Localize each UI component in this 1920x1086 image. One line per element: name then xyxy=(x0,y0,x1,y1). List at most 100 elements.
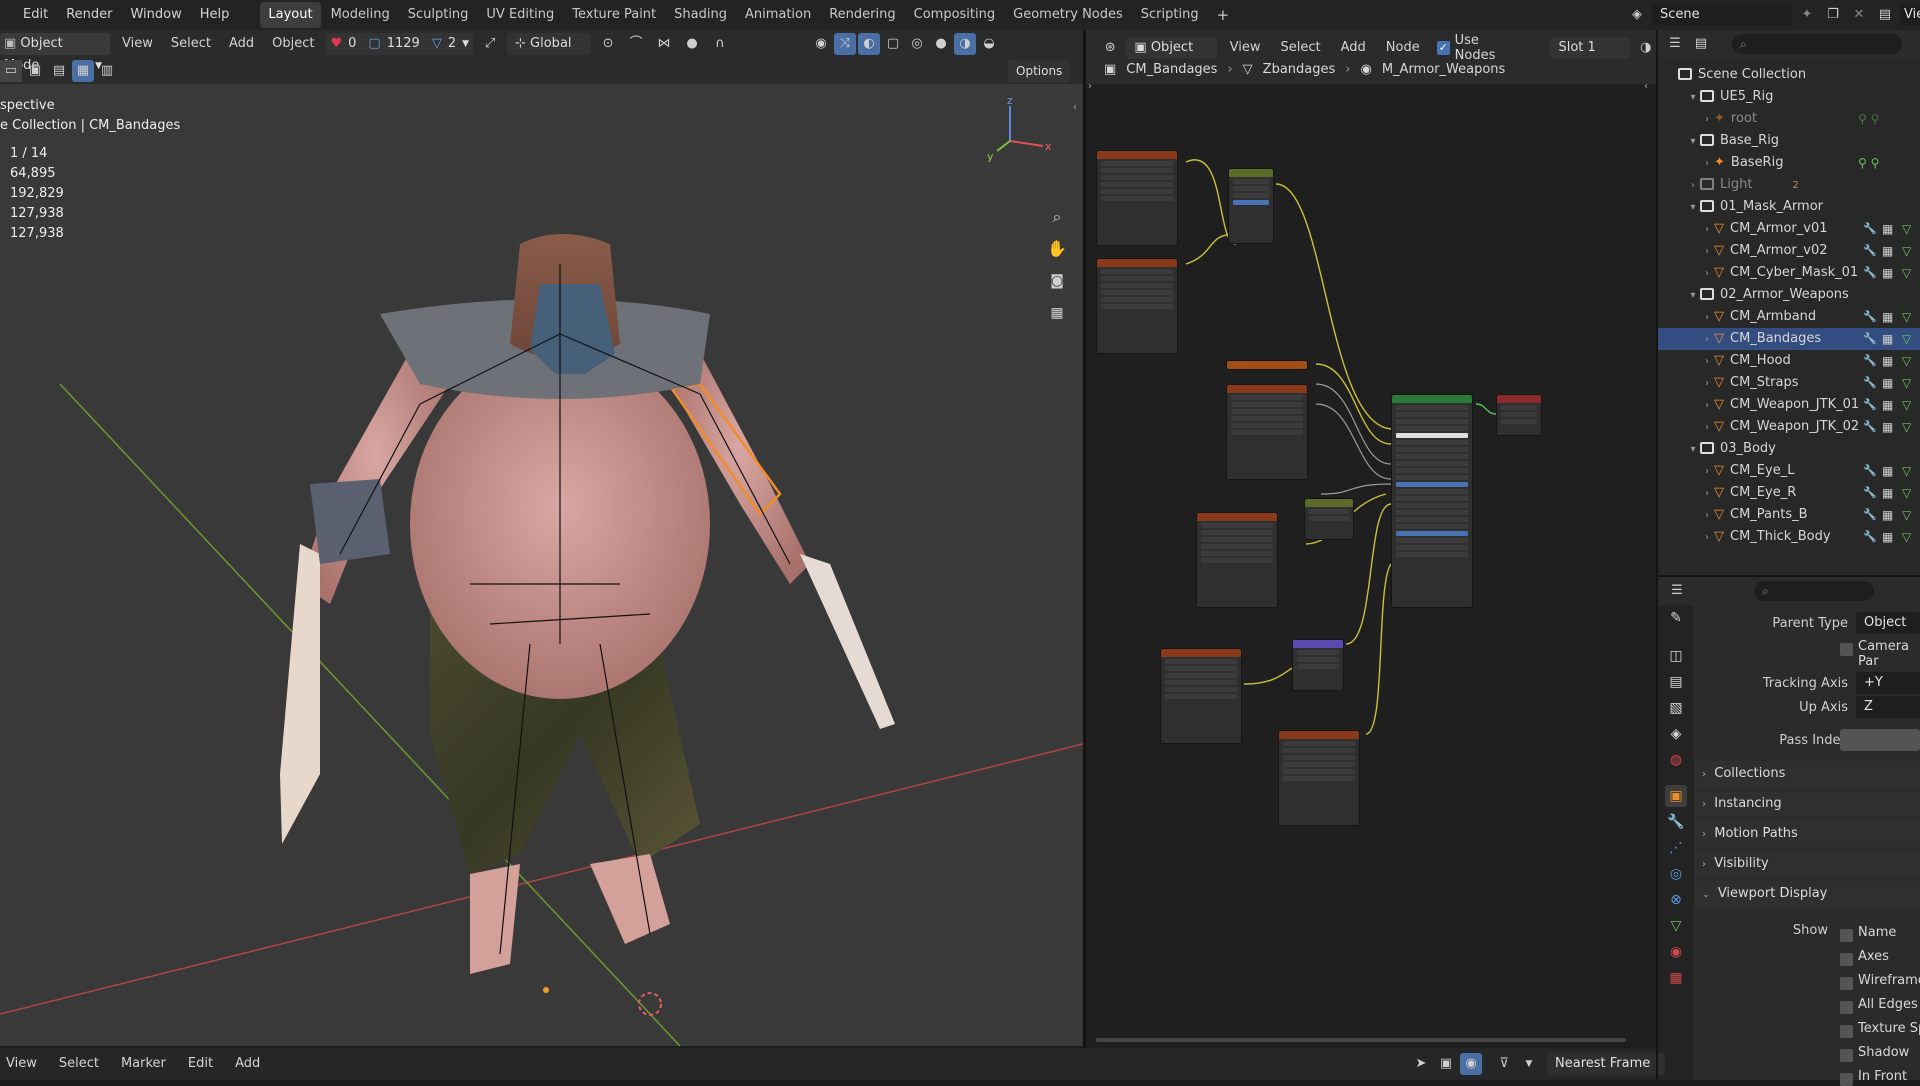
image-texture-node[interactable] xyxy=(1196,512,1278,608)
normal-map-node[interactable] xyxy=(1292,639,1344,691)
keyframe-filter-icon[interactable]: ▣ xyxy=(1435,1053,1457,1075)
vertex-group-icon[interactable]: ▦ xyxy=(1882,526,1893,548)
expand-arrow-down-icon[interactable]: ▾ xyxy=(1686,87,1700,109)
tab-scripting[interactable]: Scripting xyxy=(1133,2,1207,28)
ne-menu-add[interactable]: Add xyxy=(1334,37,1373,59)
vertex-group-icon[interactable]: ▦ xyxy=(1882,328,1893,350)
mesh-data-icon[interactable]: ▽ xyxy=(1902,460,1911,482)
outliner-row-light[interactable]: › Light 2 xyxy=(1658,174,1920,196)
orientation-dropdown[interactable]: ⊹ Global xyxy=(507,33,592,55)
vertex-group-icon[interactable]: ▦ xyxy=(1882,504,1893,526)
mesh-data-icon[interactable]: ▽ xyxy=(1902,240,1911,262)
perspective-grid-icon[interactable]: ▦ xyxy=(1046,302,1068,324)
collapse-arrow-icon[interactable]: ‹ xyxy=(1073,102,1077,113)
solid-shading-icon[interactable]: ● xyxy=(930,33,952,55)
search-input[interactable]: ⌕ xyxy=(1754,581,1874,601)
editor-type-icon[interactable]: ⊛ xyxy=(1100,37,1120,59)
ne-menu-node[interactable]: Node xyxy=(1379,37,1427,59)
search-input[interactable]: ⌕ xyxy=(1732,34,1902,54)
panel-visibility[interactable]: › Visibility xyxy=(1694,851,1920,877)
options-dropdown[interactable]: Options xyxy=(1008,60,1071,82)
ne-menu-view[interactable]: View xyxy=(1223,37,1268,59)
camera-parent-checkbox[interactable] xyxy=(1840,643,1853,656)
modifier-wrench-icon[interactable]: 🔧 xyxy=(1863,504,1877,526)
modifier-wrench-icon[interactable]: 🔧 xyxy=(1863,262,1877,284)
area-divider[interactable] xyxy=(1083,30,1086,1048)
outliner-row-cm-weapon-jtk-01[interactable]: › ▽ CM_Weapon_JTK_01 🔧 ▦ ▽ xyxy=(1658,394,1920,416)
material-tab-icon[interactable]: ◉ xyxy=(1665,941,1687,963)
outliner-row-cm-weapon-jtk-02[interactable]: › ▽ CM_Weapon_JTK_02 🔧 ▦ ▽ xyxy=(1658,416,1920,438)
vertex-group-icon[interactable]: ▦ xyxy=(1882,350,1893,372)
outliner-row-cm-hood[interactable]: › ▽ CM_Hood 🔧 ▦ ▽ xyxy=(1658,350,1920,372)
outliner-row-cm-armor-v02[interactable]: › ▽ CM_Armor_v02 🔧 ▦ ▽ xyxy=(1658,240,1920,262)
menu-window[interactable]: Window xyxy=(121,0,190,30)
constraints-tab-icon[interactable]: ⊗ xyxy=(1665,889,1687,911)
panel-viewport-display[interactable]: ⌄ Viewport Display xyxy=(1694,881,1920,907)
material-output-node[interactable] xyxy=(1496,394,1542,436)
expand-arrow-right-icon[interactable]: › xyxy=(1700,219,1714,241)
scene-icon[interactable]: ◈ xyxy=(1626,4,1648,26)
texture-tab-icon[interactable]: ▦ xyxy=(1665,967,1687,989)
mix-node[interactable] xyxy=(1228,168,1274,244)
object-tab-icon[interactable]: ▣ xyxy=(1665,785,1687,807)
3d-cursor-icon[interactable] xyxy=(638,992,662,1016)
expand-arrow-right-icon[interactable]: › xyxy=(1700,505,1714,527)
outliner-row-cm-eye-r[interactable]: › ▽ CM_Eye_R 🔧 ▦ ▽ xyxy=(1658,482,1920,504)
bone-pose-icon[interactable]: ⚲ ⚲ xyxy=(1858,108,1879,130)
expand-arrow-right-icon[interactable]: › xyxy=(1700,461,1714,483)
particles-tab-icon[interactable]: ⋰ xyxy=(1665,837,1687,859)
snapping-dropdown[interactable]: Nearest Frame xyxy=(1547,1053,1665,1075)
render-tab-icon[interactable]: ◫ xyxy=(1665,645,1687,667)
filter-icon[interactable]: ⊽ xyxy=(1493,1053,1515,1075)
menu-view[interactable]: View xyxy=(116,33,159,55)
menu-object[interactable]: Object xyxy=(266,33,320,55)
horizontal-scrollbar[interactable] xyxy=(1096,1038,1626,1042)
show-shadow-checkbox[interactable] xyxy=(1840,1049,1853,1062)
material-slot-dropdown[interactable]: Slot 1 xyxy=(1550,37,1630,59)
ne-menu-select[interactable]: Select xyxy=(1274,37,1328,59)
pass-index-field[interactable] xyxy=(1840,729,1920,751)
pan-hand-icon[interactable]: ✋ xyxy=(1046,238,1068,260)
camera-view-icon[interactable]: ◙ xyxy=(1046,270,1068,292)
outliner-row-cm-eye-l[interactable]: › ▽ CM_Eye_L 🔧 ▦ ▽ xyxy=(1658,460,1920,482)
tab-uv-editing[interactable]: UV Editing xyxy=(478,2,562,28)
mesh-data-icon[interactable]: ▽ xyxy=(1902,482,1911,504)
area-divider[interactable] xyxy=(1658,575,1920,577)
vertex-group-icon[interactable]: ▦ xyxy=(1882,482,1893,504)
modifier-wrench-icon[interactable]: 🔧 xyxy=(1863,218,1877,240)
expand-arrow-right-icon[interactable]: › xyxy=(1700,417,1714,439)
expand-arrow-right-icon[interactable]: › xyxy=(1700,351,1714,373)
image-texture-node[interactable] xyxy=(1096,258,1178,354)
modifier-wrench-icon[interactable]: 🔧 xyxy=(1863,350,1877,372)
stats-toggle[interactable]: ♥ 0 ▢ 1129 ▽ 2 ▼ xyxy=(326,33,474,55)
view-layer-tab-icon[interactable]: ▧ xyxy=(1665,697,1687,719)
up-axis-dropdown[interactable]: Z xyxy=(1856,696,1920,718)
outliner-row-ue5-rig[interactable]: ▾ UE5_Rig xyxy=(1658,86,1920,108)
modifier-wrench-icon[interactable]: 🔧 xyxy=(1863,416,1877,438)
add-workspace-button[interactable]: + xyxy=(1209,2,1238,28)
tab-layout[interactable]: Layout xyxy=(260,2,321,28)
physics-tab-icon[interactable]: ◎ xyxy=(1665,863,1687,885)
mesh-data-icon[interactable]: ▽ xyxy=(1902,262,1911,284)
use-nodes-toggle[interactable]: ✓ Use Nodes xyxy=(1436,33,1519,63)
rendered-shading-icon[interactable]: ◒ xyxy=(978,33,1000,55)
expand-arrow-right-icon[interactable]: › xyxy=(1686,175,1700,197)
select-extend-icon[interactable]: ▣ xyxy=(24,60,46,82)
menu-help[interactable]: Help xyxy=(191,0,239,30)
expand-arrow-right-icon[interactable]: › xyxy=(1700,483,1714,505)
outliner-row-cm-armband[interactable]: › ▽ CM_Armband 🔧 ▦ ▽ xyxy=(1658,306,1920,328)
material-preview-icon[interactable]: ◑ xyxy=(1636,37,1656,59)
node-editor-canvas[interactable]: › ‹ xyxy=(1086,84,1656,1046)
outliner-row-02-armor-weapons[interactable]: ▾ 02_Armor_Weapons xyxy=(1658,284,1920,306)
vertex-group-icon[interactable]: ▦ xyxy=(1882,262,1893,284)
display-mode-icon[interactable]: ▤ xyxy=(1690,33,1712,55)
transform-pivot-icon[interactable]: ⤢ xyxy=(479,33,501,55)
tool-tab-icon[interactable]: ✎ xyxy=(1665,607,1687,629)
vertex-group-icon[interactable]: ▦ xyxy=(1882,460,1893,482)
vertex-group-icon[interactable]: ▦ xyxy=(1882,218,1893,240)
only-selected-icon[interactable]: ◉ xyxy=(1460,1053,1482,1075)
tl-menu-add[interactable]: Add xyxy=(225,1048,270,1080)
expand-arrow-right-icon[interactable]: › xyxy=(1700,527,1714,549)
outliner-row-cm-cyber-mask-01[interactable]: › ▽ CM_Cyber_Mask_01 🔧 ▦ ▽ xyxy=(1658,262,1920,284)
vertex-group-icon[interactable]: ▦ xyxy=(1882,240,1893,262)
